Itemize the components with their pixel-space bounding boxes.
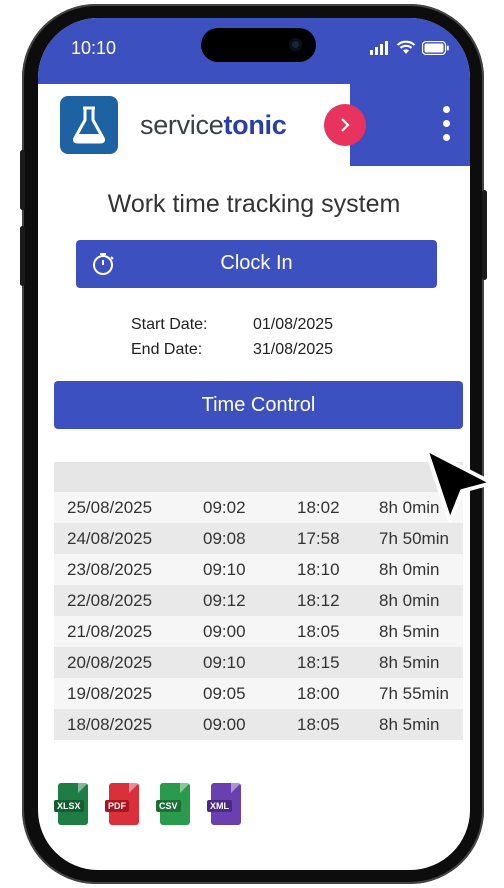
table-row[interactable]: 23/08/2025 09:10 18:10 8h 0min: [54, 554, 463, 585]
file-type-label: CSV: [156, 800, 181, 812]
start-time-cell: 09:02: [203, 497, 246, 517]
export-pdf-button[interactable]: PDF: [105, 783, 139, 825]
date-range: Start Date: 01/08/2025 End Date: 31/08/2…: [131, 316, 333, 366]
table-header: [54, 462, 463, 492]
phone-side-button: [20, 150, 25, 210]
status-icons: [370, 40, 450, 55]
dynamic-island: [201, 28, 316, 62]
end-time-cell: 18:05: [297, 621, 340, 641]
time-records-table: 25/08/2025 09:02 18:02 8h 0min 24/08/2025 09:…: [54, 462, 463, 740]
app-logo[interactable]: [60, 96, 118, 154]
more-vertical-icon[interactable]: [440, 106, 452, 146]
date-cell: 25/08/2025: [67, 497, 153, 517]
phone-screen: 10:10 servicetonic Work time tracking sy…: [38, 18, 470, 870]
brand-regular: service: [140, 110, 224, 140]
brand-bold: tonic: [223, 110, 287, 140]
end-time-cell: 18:10: [297, 559, 340, 579]
date-cell: 18/08/2025: [67, 714, 153, 734]
table-row[interactable]: 19/08/2025 09:05 18:00 7h 55min: [54, 678, 463, 709]
total-cell: 8h 0min: [379, 590, 440, 610]
start-time-cell: 09:00: [203, 621, 246, 641]
phone-side-button: [20, 226, 25, 286]
end-date-value[interactable]: 31/08/2025: [253, 341, 333, 366]
app-header: servicetonic: [38, 84, 470, 166]
camera-icon: [289, 38, 302, 51]
export-csv-button[interactable]: CSV: [156, 783, 190, 825]
header-accent-band: [350, 84, 470, 166]
clock-in-button[interactable]: Clock In: [76, 240, 437, 288]
end-time-cell: 18:15: [297, 652, 340, 672]
signal-icon: [370, 40, 388, 55]
total-cell: 8h 5min: [379, 621, 440, 641]
start-date-label: Start Date:: [131, 316, 208, 333]
start-time-cell: 09:10: [203, 652, 246, 672]
table-row[interactable]: 25/08/2025 09:02 18:02 8h 0min: [54, 492, 463, 523]
status-bar: 10:10: [38, 18, 470, 84]
start-time-cell: 09:05: [203, 683, 246, 703]
total-cell: 8h 5min: [379, 714, 440, 734]
total-cell: 7h 55min: [379, 683, 449, 703]
table-row[interactable]: 18/08/2025 09:00 18:05 8h 5min: [54, 709, 463, 740]
total-cell: 8h 5min: [379, 652, 440, 672]
time-control-button[interactable]: Time Control: [54, 381, 463, 429]
date-cell: 23/08/2025: [67, 559, 153, 579]
total-cell: 7h 50min: [379, 528, 449, 548]
file-type-label: PDF: [105, 800, 129, 812]
start-date-value[interactable]: 01/08/2025: [253, 316, 333, 341]
table-body: 25/08/2025 09:02 18:02 8h 0min 24/08/2025 09:…: [54, 492, 463, 740]
brand-name: servicetonic: [140, 110, 287, 141]
battery-icon: [422, 40, 449, 55]
wifi-icon: [396, 40, 416, 54]
date-cell: 19/08/2025: [67, 683, 153, 703]
table-row[interactable]: 22/08/2025 09:12 18:12 8h 0min: [54, 585, 463, 616]
table-row[interactable]: 20/08/2025 09:10 18:15 8h 5min: [54, 647, 463, 678]
flask-icon: [72, 106, 106, 144]
start-time-cell: 09:10: [203, 559, 246, 579]
end-time-cell: 18:05: [297, 714, 340, 734]
date-cell: 20/08/2025: [67, 652, 153, 672]
date-cell: 21/08/2025: [67, 621, 153, 641]
end-time-cell: 18:00: [297, 683, 340, 703]
end-date-label: End Date:: [131, 341, 203, 358]
go-button[interactable]: [324, 104, 366, 146]
total-cell: 8h 0min: [379, 559, 440, 579]
start-time-cell: 09:00: [203, 714, 246, 734]
table-row[interactable]: 21/08/2025 09:00 18:05 8h 5min: [54, 616, 463, 647]
export-buttons: XLSX PDF CSV XML: [54, 783, 241, 825]
end-time-cell: 18:12: [297, 590, 340, 610]
clock-in-label: Clock In: [220, 252, 293, 274]
mouse-pointer-icon: [424, 447, 494, 523]
date-cell: 24/08/2025: [67, 528, 153, 548]
page-title: Work time tracking system: [107, 190, 401, 218]
file-type-label: XLSX: [54, 800, 84, 812]
date-cell: 22/08/2025: [67, 590, 153, 610]
status-time: 10:10: [71, 38, 117, 58]
end-time-cell: 17:58: [297, 528, 340, 548]
phone-power-button: [482, 190, 487, 280]
table-row[interactable]: 24/08/2025 09:08 17:58 7h 50min: [54, 523, 463, 554]
chevron-right-icon: [341, 117, 350, 132]
start-time-cell: 09:08: [203, 528, 246, 548]
export-xlsx-button[interactable]: XLSX: [54, 783, 88, 825]
end-time-cell: 18:02: [297, 497, 340, 517]
start-time-cell: 09:12: [203, 590, 246, 610]
export-xml-button[interactable]: XML: [207, 783, 241, 825]
file-type-label: XML: [207, 800, 232, 812]
